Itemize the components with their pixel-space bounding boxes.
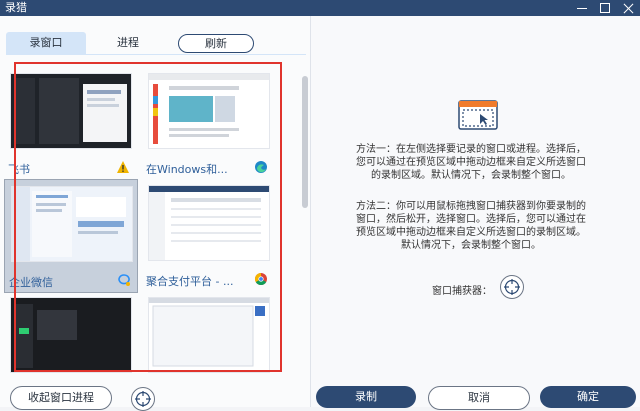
list-item-edge[interactable]: 在Windows和... <box>142 67 274 179</box>
cancel-button[interactable]: 取消 <box>428 386 530 410</box>
method-two-text: 方法二：你可以用鼠标拖拽窗口捕获器到你要录制的窗口，然后松开，选择窗口。选择后，… <box>356 201 586 251</box>
window-thumbnail <box>11 186 133 262</box>
crosshair-icon[interactable] <box>131 387 155 411</box>
chrome-icon <box>254 273 267 286</box>
confirm-button[interactable]: 确定 <box>540 386 636 408</box>
close-icon[interactable] <box>620 0 638 16</box>
tab-window[interactable]: 录窗口 <box>6 32 86 54</box>
source-panel: 录窗口 进程 刷新 飞书 在Windows和... 企业微信 聚合支付平台 - … <box>0 16 310 407</box>
list-item-chrome[interactable]: 聚合支付平台 - ... <box>142 179 274 291</box>
window-name: 企业微信 <box>9 276 53 289</box>
window-name: 飞书 <box>8 163 30 176</box>
maximize-icon[interactable] <box>596 0 614 16</box>
app-title: 录猎 <box>5 1 27 14</box>
list-item-feishu[interactable]: 飞书 <box>4 67 136 179</box>
list-scrollbar[interactable] <box>302 76 308 208</box>
window-select-icon <box>458 100 498 130</box>
warning-icon <box>117 161 129 173</box>
tab-process[interactable]: 进程 <box>98 32 158 54</box>
window-name: 聚合支付平台 - ... <box>146 275 234 288</box>
tab-underline <box>6 54 306 55</box>
list-item-window[interactable] <box>142 291 274 373</box>
record-button[interactable]: 录制 <box>316 386 416 408</box>
edge-icon <box>255 161 267 173</box>
crosshair-icon[interactable] <box>500 275 524 299</box>
minimize-icon[interactable] <box>573 0 591 16</box>
list-item-dark-app[interactable] <box>4 291 136 373</box>
title-bar: 录猎 <box>0 0 640 16</box>
collapse-window-process-button[interactable]: 收起窗口进程 <box>10 386 112 410</box>
list-item-wecom[interactable]: 企业微信 <box>4 179 138 293</box>
window-list: 飞书 在Windows和... 企业微信 聚合支付平台 - ... <box>0 61 302 373</box>
window-thumbnail <box>10 73 132 149</box>
window-thumbnail <box>148 297 270 373</box>
wecom-icon <box>118 274 130 286</box>
method-one-text: 方法一：在左侧选择要记录的窗口或进程。选择后，您可以通过在预览区域中拖动边框来自… <box>356 144 586 181</box>
window-thumbnail <box>10 297 132 373</box>
capture-label: 窗口捕获器： <box>432 286 492 297</box>
window-thumbnail <box>148 73 270 149</box>
window-thumbnail <box>148 185 270 261</box>
window-name: 在Windows和... <box>146 163 228 176</box>
refresh-button[interactable]: 刷新 <box>178 34 254 53</box>
